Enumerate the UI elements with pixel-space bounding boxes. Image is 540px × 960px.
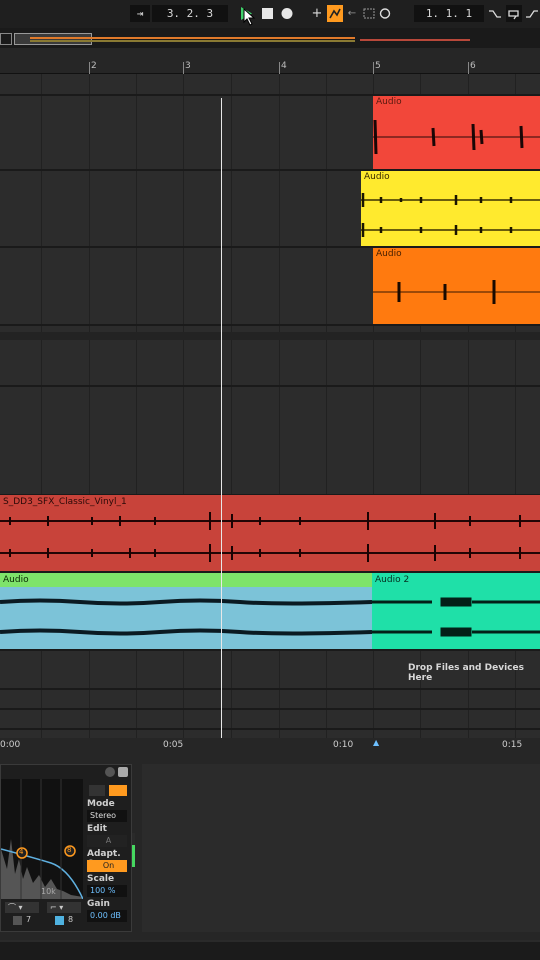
clip-title: Audio 2 (372, 573, 540, 587)
gain-value[interactable]: 0.00 dB (87, 910, 127, 922)
session-record-button[interactable] (377, 5, 393, 22)
clip-title: Audio (373, 248, 540, 260)
playhead[interactable] (221, 98, 222, 738)
capture-icon[interactable] (361, 5, 377, 22)
spectrum-toggle-icon[interactable] (109, 785, 127, 796)
audio-clip-blue[interactable]: Audio (0, 573, 372, 649)
device-drop-area[interactable] (142, 764, 540, 932)
time-ruler[interactable]: 0:00 0:05 0:10 0:15 ▲ (0, 738, 540, 758)
automation-icon (329, 8, 341, 19)
edit-a-button[interactable]: A (87, 835, 127, 847)
time-label: 0:00 (0, 740, 21, 750)
edit-label: Edit (87, 824, 107, 834)
record-icon (281, 8, 293, 19)
bar-number: 2 (91, 61, 97, 71)
punch-in-icon[interactable] (487, 5, 503, 22)
time-label: 0:05 (163, 740, 184, 750)
clip-title: Audio (361, 171, 540, 183)
metronome-sync-icon[interactable]: ⇥ (130, 5, 150, 22)
drop-zone-label[interactable]: Drop Files and Devices Here (408, 663, 540, 683)
record-button[interactable] (279, 5, 295, 22)
time-label: 0:15 (502, 740, 523, 750)
clip-title: S_DD3_SFX_Classic_Vinyl_1 (0, 495, 540, 509)
loop-icon (508, 10, 519, 20)
filter-shape-icon: ⌐ (50, 903, 57, 912)
overview-track-strip (360, 39, 470, 41)
scale-value[interactable]: 100 % (87, 885, 127, 897)
automation-arm-button[interactable] (327, 5, 343, 22)
beat-time-ruler[interactable]: 2 3 4 5 6 (0, 48, 540, 74)
time-label: 0:10 (333, 740, 354, 750)
audio-clip-red[interactable]: Audio (373, 96, 540, 169)
output-meter (132, 833, 135, 867)
hot-swap-icon[interactable] (105, 767, 115, 777)
audio-clip-yellow[interactable]: Audio (361, 171, 540, 246)
bar-number: 4 (281, 61, 287, 71)
filter-type-select[interactable]: ⌐ ▾ (47, 902, 81, 913)
eq-display[interactable]: 4 8 10k (0, 779, 84, 900)
overview-visible-region[interactable] (14, 33, 92, 45)
clip-waveform (361, 193, 540, 237)
headphone-icon[interactable] (89, 785, 105, 796)
song-position-field[interactable]: 3. 2. 3 (152, 5, 228, 22)
clip-waveform (0, 512, 540, 562)
clip-title: Audio (373, 96, 540, 108)
stop-icon (262, 8, 273, 19)
filter-number: 7 (26, 915, 32, 924)
audio-clip-green[interactable]: Audio 2 (372, 573, 540, 649)
filter-toggle[interactable] (13, 916, 22, 925)
save-preset-icon[interactable] (118, 767, 128, 777)
back-to-arrangement-icon[interactable]: ← (344, 5, 360, 22)
status-bar (0, 942, 540, 960)
eq-curve (0, 779, 84, 900)
circle-icon (379, 8, 391, 19)
filter-shape-icon: ⌒ (8, 903, 16, 912)
gain-label: Gain (87, 899, 110, 909)
clip-waveform (373, 280, 540, 304)
filter-toggle[interactable] (55, 916, 64, 925)
overview-view-box[interactable] (0, 33, 12, 45)
scale-label: Scale (87, 874, 115, 884)
eq-band-number: 4 (19, 848, 24, 856)
clip-waveform (0, 598, 372, 636)
audio-clip-orange[interactable]: Audio (373, 248, 540, 324)
overview-track-strip (30, 37, 355, 39)
adapt-q-toggle[interactable]: On (87, 860, 127, 872)
frequency-label: 10k (41, 887, 56, 896)
punch-out-icon[interactable] (524, 5, 540, 22)
eq-band-number: 8 (67, 846, 72, 854)
mouse-cursor-icon (243, 8, 256, 26)
arrangement-overview[interactable] (0, 28, 540, 48)
loop-marker-icon[interactable]: ▲ (373, 738, 379, 747)
filter-type-select[interactable]: ⌒ ▾ (5, 902, 39, 913)
clip-waveform (373, 119, 540, 155)
stop-button[interactable] (259, 5, 275, 22)
mode-label: Mode (87, 799, 115, 809)
filter-number: 8 (68, 915, 74, 924)
eq-device: 4 8 10k Mode Stereo Edit A Adapt. Q On S… (0, 764, 135, 932)
clip-title: Audio (0, 573, 372, 587)
bar-number: 5 (375, 61, 381, 71)
audio-clip-vinyl[interactable]: S_DD3_SFX_Classic_Vinyl_1 (0, 495, 540, 571)
loop-start-field[interactable]: 1. 1. 1 (414, 5, 484, 22)
bar-number: 6 (470, 61, 476, 71)
overview-track-strip (30, 40, 355, 42)
add-icon[interactable]: + (309, 5, 325, 22)
loop-switch-button[interactable] (506, 5, 522, 22)
bar-number: 3 (185, 61, 191, 71)
clip-waveform (372, 597, 540, 637)
transport-bar: ⇥ 3. 2. 3 + ← 1. 1. 1 (0, 0, 540, 28)
mode-select[interactable]: Stereo (87, 810, 127, 822)
